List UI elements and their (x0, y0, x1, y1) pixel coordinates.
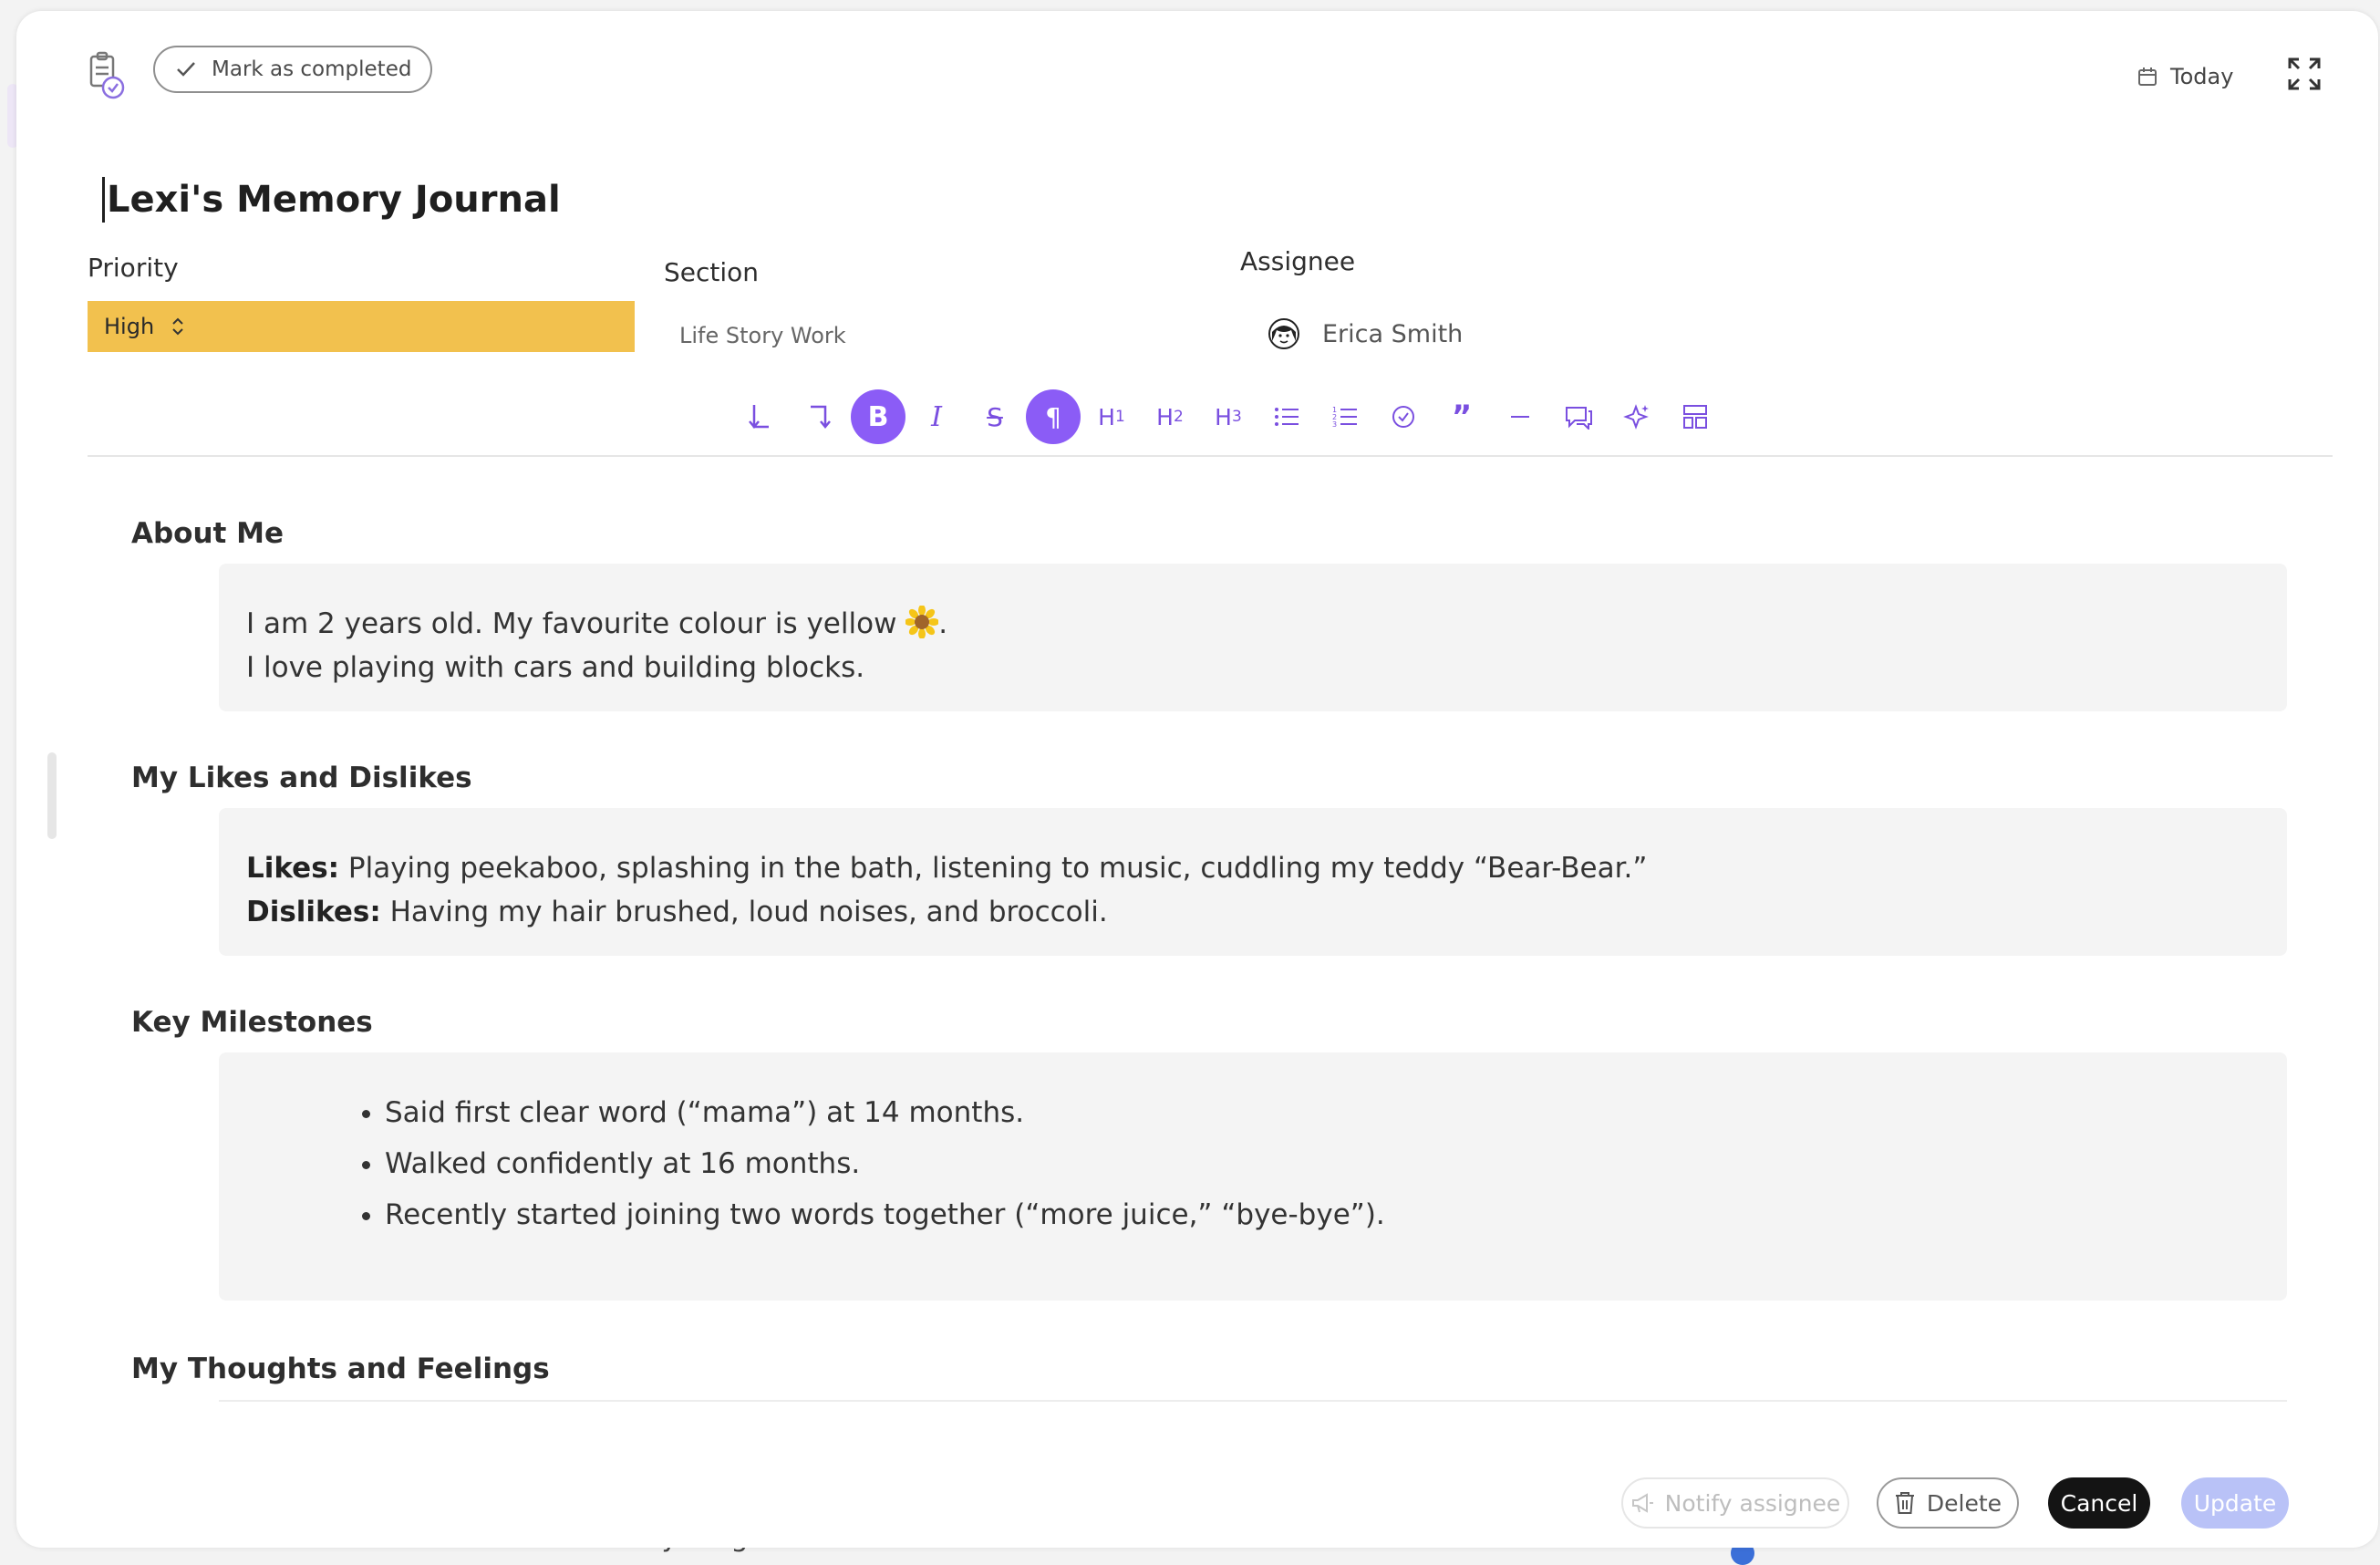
list-item: Said first clear word (“mama”) at 14 mon… (385, 1087, 2287, 1138)
about-heading: About Me (131, 517, 285, 550)
horizontal-rule-icon[interactable] (1493, 389, 1547, 444)
about-line-2: I love playing with cars and building bl… (246, 651, 865, 684)
notify-assignee-button[interactable]: Notify assignee (1621, 1477, 1849, 1529)
formatting-toolbar: B I S ¶ H1 H2 H3 123 ” (734, 388, 1726, 446)
section-select[interactable]: Life Story Work (679, 323, 846, 348)
megaphone-icon (1631, 1493, 1653, 1513)
milestones-list: Said first clear word (“mama”) at 14 mon… (246, 1087, 2287, 1240)
likes-card[interactable]: Likes: Playing peekaboo, splashing in th… (219, 808, 2287, 956)
task-list-icon[interactable] (1376, 389, 1431, 444)
heading-3-icon[interactable]: H3 (1201, 389, 1256, 444)
sunflower-icon (905, 606, 939, 638)
milestones-card[interactable]: Said first clear word (“mama”) at 14 mon… (219, 1052, 2287, 1301)
assignee-label: Assignee (1240, 246, 1356, 276)
due-date-button[interactable]: Today (2137, 64, 2233, 89)
clipboard-check-icon (88, 47, 126, 100)
bold-icon[interactable]: B (851, 389, 905, 444)
milestones-heading: Key Milestones (131, 1006, 373, 1039)
numbered-list-icon[interactable]: 123 (1318, 389, 1372, 444)
quote-icon[interactable]: ” (1434, 389, 1489, 444)
cancel-button[interactable]: Cancel (2048, 1477, 2150, 1529)
likes-heading: My Likes and Dislikes (131, 762, 472, 794)
svg-text:3: 3 (1332, 420, 1337, 429)
thoughts-card-edge (219, 1400, 2287, 1402)
bullet-list-icon[interactable] (1259, 389, 1314, 444)
about-card[interactable]: I am 2 years old. My favourite colour is… (219, 564, 2287, 711)
strikethrough-icon[interactable]: S (968, 389, 1022, 444)
calendar-icon (2138, 67, 2157, 86)
task-title-input[interactable]: Lexi's Memory Journal (102, 177, 561, 223)
list-item: Recently started joining two words toget… (385, 1189, 2287, 1240)
paragraph-icon[interactable]: ¶ (1026, 389, 1081, 444)
dislikes-line: Dislikes: Having my hair brushed, loud n… (246, 896, 1108, 928)
thoughts-heading: My Thoughts and Feelings (131, 1353, 550, 1385)
task-modal: Mark as completed Today Lexi's Memory Jo… (16, 11, 2378, 1548)
priority-value: High (104, 314, 155, 339)
ai-sparkle-icon[interactable] (1609, 389, 1664, 444)
heading-1-icon[interactable]: H1 (1084, 389, 1139, 444)
mark-complete-button[interactable]: Mark as completed (153, 46, 432, 93)
priority-label: Priority (88, 253, 179, 283)
section-label: Section (664, 257, 760, 287)
due-date-label: Today (2170, 64, 2234, 89)
assignee-name: Erica Smith (1322, 319, 1464, 348)
likes-line: Likes: Playing peekaboo, splashing in th… (246, 852, 1648, 885)
priority-select[interactable]: High (88, 301, 635, 352)
checkmark-icon (177, 62, 195, 77)
comment-icon[interactable] (1551, 389, 1606, 444)
undo-icon[interactable] (734, 389, 789, 444)
redo-icon[interactable] (792, 389, 847, 444)
expand-icon[interactable] (2287, 57, 2322, 91)
chevron-up-down-icon (171, 316, 185, 337)
delete-button[interactable]: Delete (1877, 1477, 2019, 1529)
update-button[interactable]: Update (2181, 1477, 2289, 1529)
mark-complete-label: Mark as completed (212, 57, 412, 81)
toolbar-divider (88, 455, 2333, 457)
assignee-select[interactable]: Erica Smith (1268, 317, 1463, 350)
trash-icon (1895, 1492, 1914, 1514)
list-item: Walked confidently at 16 months. (385, 1138, 2287, 1189)
scroll-indicator[interactable] (47, 752, 57, 839)
about-line-1: I am 2 years old. My favourite colour is… (246, 602, 2287, 646)
avatar (1268, 318, 1299, 349)
layout-icon[interactable] (1668, 389, 1723, 444)
heading-2-icon[interactable]: H2 (1143, 389, 1197, 444)
italic-icon[interactable]: I (909, 389, 964, 444)
